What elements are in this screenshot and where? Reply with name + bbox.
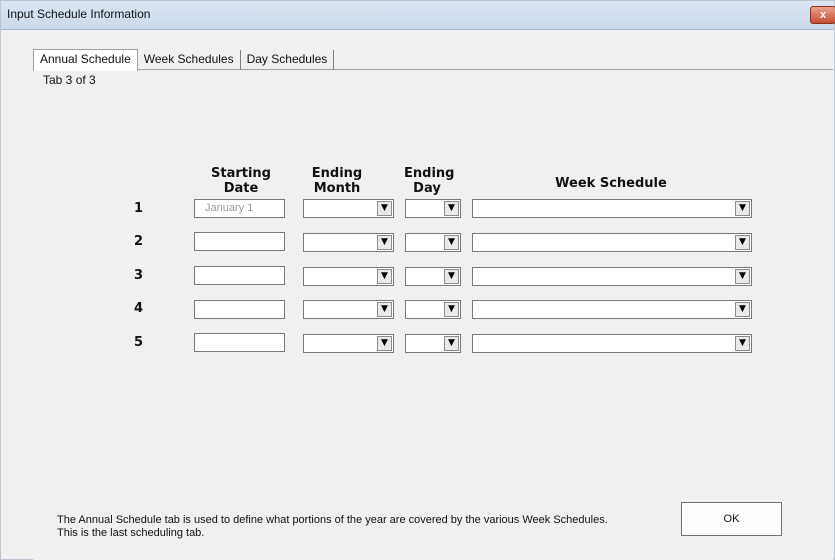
chevron-down-icon[interactable]: ▼ (444, 235, 459, 250)
ending-day-select[interactable]: ▼ (405, 300, 461, 319)
week-schedule-select[interactable]: ▼ (472, 199, 752, 218)
ending-month-select[interactable]: ▼ (303, 199, 394, 218)
chevron-down-icon[interactable]: ▼ (377, 269, 392, 284)
ending-day-select[interactable]: ▼ (405, 334, 461, 353)
row-number: 5 (134, 335, 144, 350)
chevron-down-icon[interactable]: ▼ (377, 235, 392, 250)
chevron-down-icon[interactable]: ▼ (735, 269, 750, 284)
chevron-down-icon[interactable]: ▼ (377, 336, 392, 351)
window-title: Input Schedule Information (7, 7, 151, 21)
header-starting-date: Starting Date (211, 166, 271, 196)
ending-month-select[interactable]: ▼ (303, 233, 394, 252)
starting-date-field[interactable] (194, 300, 285, 319)
chevron-down-icon[interactable]: ▼ (444, 269, 459, 284)
close-button[interactable]: x (810, 6, 835, 24)
ending-month-select[interactable]: ▼ (303, 300, 394, 319)
chevron-down-icon[interactable]: ▼ (444, 336, 459, 351)
chevron-down-icon[interactable]: ▼ (735, 201, 750, 216)
chevron-down-icon[interactable]: ▼ (377, 302, 392, 317)
week-schedule-select[interactable]: ▼ (472, 267, 752, 286)
ok-button[interactable]: OK (681, 502, 782, 536)
tab-strip: Annual Schedule Week Schedules Day Sched… (33, 49, 335, 71)
ending-day-select[interactable]: ▼ (405, 267, 461, 286)
week-schedule-select[interactable]: ▼ (472, 233, 752, 252)
dialog-window: Input Schedule Information x Annual Sche… (0, 0, 835, 560)
ending-day-select[interactable]: ▼ (405, 233, 461, 252)
chevron-down-icon[interactable]: ▼ (377, 201, 392, 216)
description-text: The Annual Schedule tab is used to defin… (57, 514, 608, 540)
chevron-down-icon[interactable]: ▼ (444, 201, 459, 216)
ending-month-select[interactable]: ▼ (303, 267, 394, 286)
title-bar[interactable]: Input Schedule Information x (1, 1, 835, 30)
starting-date-field[interactable] (194, 333, 285, 352)
row-number: 1 (134, 201, 144, 216)
starting-date-field[interactable] (194, 266, 285, 285)
header-ending-month: Ending Month (311, 166, 363, 196)
tab-position-label: Tab 3 of 3 (43, 73, 96, 87)
tab-week-schedules[interactable]: Week Schedules (138, 50, 241, 70)
tab-annual-schedule[interactable]: Annual Schedule (33, 49, 138, 71)
row-number: 2 (134, 234, 144, 249)
ending-day-select[interactable]: ▼ (405, 199, 461, 218)
tab-day-schedules[interactable]: Day Schedules (241, 50, 335, 70)
chevron-down-icon[interactable]: ▼ (735, 302, 750, 317)
description-line: The Annual Schedule tab is used to defin… (57, 514, 608, 526)
chevron-down-icon[interactable]: ▼ (735, 235, 750, 250)
header-ending-day: Ending Day (404, 166, 455, 196)
row-number: 4 (134, 301, 144, 316)
chevron-down-icon[interactable]: ▼ (735, 336, 750, 351)
starting-date-field[interactable] (194, 232, 285, 251)
starting-date-field[interactable]: January 1 (194, 199, 285, 218)
header-week-schedule: Week Schedule (555, 176, 667, 191)
ending-month-select[interactable]: ▼ (303, 334, 394, 353)
week-schedule-select[interactable]: ▼ (472, 334, 752, 353)
description-line: This is the last scheduling tab. (57, 527, 205, 539)
row-number: 3 (134, 268, 144, 283)
chevron-down-icon[interactable]: ▼ (444, 302, 459, 317)
week-schedule-select[interactable]: ▼ (472, 300, 752, 319)
